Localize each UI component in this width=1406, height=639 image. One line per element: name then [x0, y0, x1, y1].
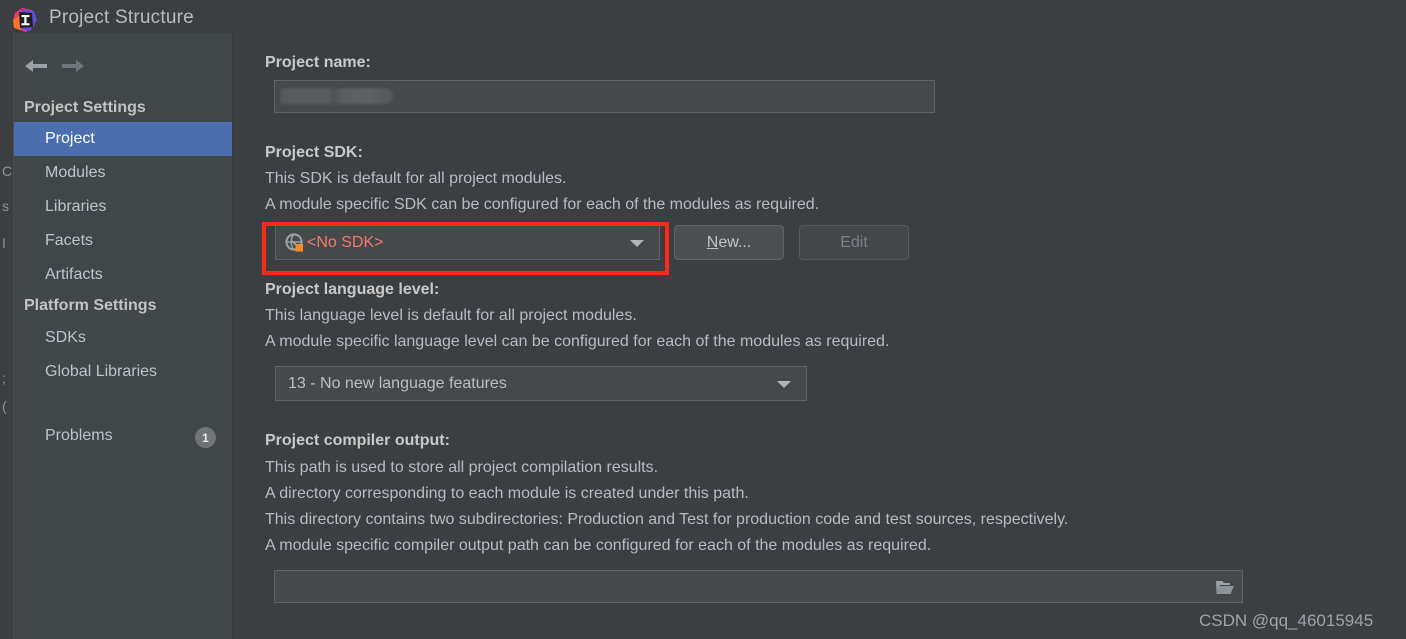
sidebar-item-label: Artifacts [45, 266, 103, 283]
intellij-idea-logo-icon [12, 7, 38, 33]
project-name-label: Project name: [265, 54, 371, 71]
language-level-description-line-1: This language level is default for all p… [265, 307, 637, 324]
language-level-selected-value: 13 - No new language features [288, 374, 507, 392]
compiler-output-description-line-2: A directory corresponding to each module… [265, 485, 749, 502]
sidebar-item-label: Global Libraries [45, 363, 158, 380]
problems-count-badge: 1 [195, 427, 216, 448]
project-sdk-dropdown[interactable]: <No SDK> [275, 225, 660, 260]
project-structure-dialog: Project Settings Project Modules Librari… [14, 33, 1406, 639]
back-arrow-icon[interactable] [19, 49, 53, 83]
sidebar-item-label: SDKs [45, 329, 86, 346]
sdk-globe-icon [285, 232, 305, 253]
compiler-output-input[interactable] [274, 570, 1243, 603]
new-sdk-button-label: New... [707, 234, 751, 252]
project-sdk-label: Project SDK: [265, 144, 363, 161]
sidebar-section-platform-settings: Platform Settings [24, 297, 157, 314]
sidebar-item-modules[interactable]: Modules [14, 156, 232, 190]
project-name-redacted-value [280, 88, 393, 104]
background-text-fragment: ( [2, 398, 7, 414]
background-window-left-edge: C s I ; ( [0, 33, 14, 639]
compiler-output-description-line-3: This directory contains two subdirectori… [265, 511, 1069, 528]
project-sdk-selected-value: <No SDK> [307, 233, 384, 251]
sidebar-item-project[interactable]: Project [14, 122, 232, 156]
new-sdk-button-mnemonic: N [706, 233, 719, 251]
sidebar-section-project-settings: Project Settings [24, 99, 146, 116]
sidebar-item-artifacts[interactable]: Artifacts [14, 258, 232, 292]
project-name-input[interactable] [274, 80, 935, 113]
sidebar-item-facets[interactable]: Facets [14, 224, 232, 258]
title-bar: Project Structure [0, 0, 1406, 33]
forward-arrow-icon[interactable] [56, 49, 90, 83]
new-sdk-button[interactable]: New... [674, 225, 784, 260]
sidebar-item-libraries[interactable]: Libraries [14, 190, 232, 224]
edit-sdk-button-label: Edit [840, 233, 868, 251]
language-level-dropdown[interactable]: 13 - No new language features [275, 366, 807, 401]
sidebar-item-problems[interactable]: Problems 1 [14, 419, 232, 453]
screen: C s I ; ( Project Structure Project Sett… [0, 0, 1406, 639]
background-text-fragment: I [2, 235, 6, 251]
compiler-output-label: Project compiler output: [265, 432, 450, 449]
sidebar: Project Settings Project Modules Librari… [14, 33, 232, 639]
compiler-output-description-line-4: A module specific compiler output path c… [265, 537, 932, 554]
compiler-output-description-line-1: This path is used to store all project c… [265, 459, 659, 476]
project-sdk-description-line-1: This SDK is default for all project modu… [265, 170, 567, 187]
chevron-down-icon[interactable] [777, 380, 791, 388]
language-level-label: Project language level: [265, 281, 440, 298]
navigation-arrows [14, 49, 232, 89]
sidebar-item-sdks[interactable]: SDKs [14, 321, 232, 355]
sidebar-item-label: Facets [45, 232, 94, 249]
background-text-fragment: C [2, 163, 13, 179]
sidebar-item-label: Libraries [45, 198, 107, 215]
main-content: Project name: Project SDK: This SDK is d… [233, 33, 1406, 639]
project-sdk-description-line-2: A module specific SDK can be configured … [265, 196, 820, 213]
background-text-fragment: s [2, 198, 9, 214]
sidebar-item-global-libraries[interactable]: Global Libraries [14, 355, 232, 389]
language-level-description-line-2: A module specific language level can be … [265, 333, 890, 350]
folder-open-icon[interactable] [1215, 578, 1235, 596]
background-text-fragment: ; [2, 370, 6, 386]
watermark: CSDN @qq_46015945 [1199, 611, 1374, 630]
sidebar-item-label: Problems [45, 427, 113, 444]
edit-sdk-button[interactable]: Edit [799, 225, 909, 260]
chevron-down-icon[interactable] [630, 239, 644, 247]
sidebar-item-label: Modules [45, 164, 106, 181]
window-title: Project Structure [49, 7, 194, 28]
sidebar-item-label: Project [45, 130, 95, 147]
new-sdk-button-rest: ew... [718, 233, 752, 251]
